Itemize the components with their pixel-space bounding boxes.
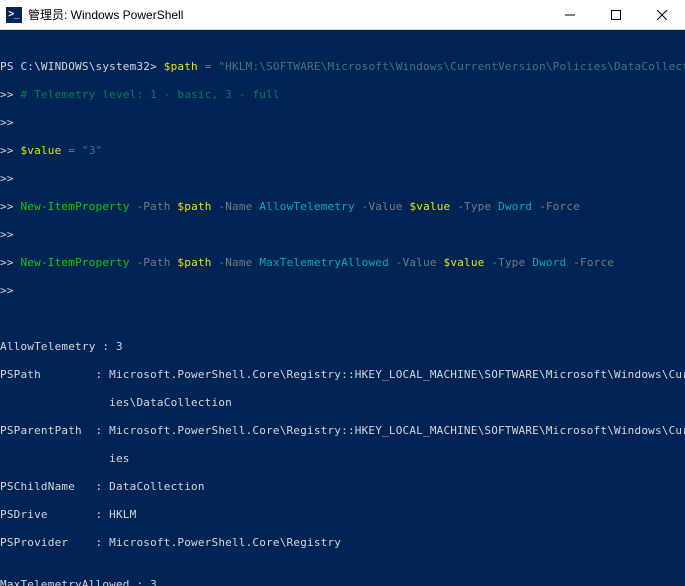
titlebar[interactable]: >_ 管理员: Windows PowerShell [0, 0, 685, 30]
cont-line: >> New-ItemProperty -Path $path -Name Ma… [0, 256, 685, 270]
output-line: PSProvider : Microsoft.PowerShell.Core\R… [0, 536, 685, 550]
cont-line: >> [0, 116, 685, 130]
maximize-button[interactable] [593, 0, 639, 29]
param: -Value [355, 200, 410, 213]
param: -Path [130, 200, 178, 213]
cont-line: >> [0, 172, 685, 186]
minimize-button[interactable] [547, 0, 593, 29]
var-path: $path [164, 60, 198, 73]
prompt: PS C:\WINDOWS\system32> [0, 60, 157, 73]
cont-line: >> [0, 228, 685, 242]
param: -Force [566, 256, 614, 269]
powershell-icon: >_ [6, 7, 22, 23]
maximize-icon [611, 10, 621, 20]
arg-var: $path [177, 256, 211, 269]
arg-var: $value [444, 256, 485, 269]
cont-marker: >> [0, 88, 14, 101]
powershell-icon-glyph: >_ [8, 9, 19, 20]
window-title: 管理员: Windows PowerShell [28, 6, 547, 23]
cont-marker: >> [0, 172, 14, 185]
cmdlet: New-ItemProperty [20, 200, 129, 213]
output-line: PSParentPath : Microsoft.PowerShell.Core… [0, 424, 685, 438]
cont-line: >> [0, 284, 685, 298]
cont-marker: >> [0, 228, 14, 241]
output-line: AllowTelemetry : 3 [0, 340, 685, 354]
powershell-window: >_ 管理员: Windows PowerShell PS C:\WINDOWS… [0, 0, 685, 586]
string-path: "HKLM:\SOFTWARE\Microsoft\Windows\Curren… [218, 60, 685, 73]
param: -Value [389, 256, 444, 269]
arg: AllowTelemetry [259, 200, 355, 213]
string-value: "3" [82, 144, 102, 157]
equals: = [61, 144, 81, 157]
arg-var: $path [177, 200, 211, 213]
cont-marker: >> [0, 116, 14, 129]
cont-marker: >> [0, 200, 14, 213]
cont-line: >> $value = "3" [0, 144, 685, 158]
cont-marker: >> [0, 144, 14, 157]
param: -Force [532, 200, 580, 213]
minimize-icon [565, 10, 575, 20]
cont-marker: >> [0, 284, 14, 297]
param: -Type [484, 256, 532, 269]
comment: # Telemetry level: 1 - basic, 3 - full [20, 88, 279, 101]
output-line: PSChildName : DataCollection [0, 480, 685, 494]
param: -Path [130, 256, 178, 269]
output-line: ies [0, 452, 685, 466]
output-line: ies\DataCollection [0, 396, 685, 410]
arg: Dword [498, 200, 532, 213]
cont-line: >> New-ItemProperty -Path $path -Name Al… [0, 200, 685, 214]
cmd-line: PS C:\WINDOWS\system32> $path = "HKLM:\S… [0, 60, 685, 74]
cont-marker: >> [0, 256, 14, 269]
param: -Name [212, 200, 260, 213]
param: -Type [450, 200, 498, 213]
cmdlet: New-ItemProperty [20, 256, 129, 269]
var-value: $value [20, 144, 61, 157]
output-line: PSDrive : HKLM [0, 508, 685, 522]
output-line: MaxTelemetryAllowed : 3 [0, 578, 685, 586]
arg-var: $value [409, 200, 450, 213]
output-line: PSPath : Microsoft.PowerShell.Core\Regis… [0, 368, 685, 382]
cont-line: >> # Telemetry level: 1 - basic, 3 - ful… [0, 88, 685, 102]
close-button[interactable] [639, 0, 685, 29]
arg: MaxTelemetryAllowed [259, 256, 389, 269]
close-icon [657, 10, 667, 20]
window-buttons [547, 0, 685, 29]
terminal-body[interactable]: PS C:\WINDOWS\system32> $path = "HKLM:\S… [0, 30, 685, 586]
equals: = [198, 60, 218, 73]
param: -Name [212, 256, 260, 269]
arg: Dword [532, 256, 566, 269]
